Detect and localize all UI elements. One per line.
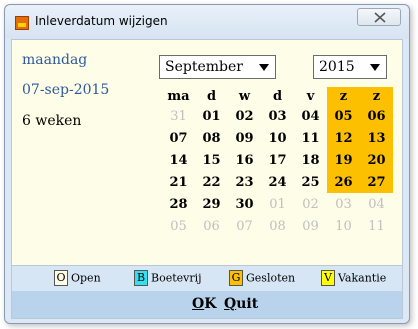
ok-label-rest: K [204,296,217,312]
calendar-week-row: 28 29 30 01 02 03 04 [162,193,393,215]
month-select-value: September [165,59,243,75]
calendar-day[interactable]: 11 [360,215,393,237]
weekday-header: w [238,88,251,104]
calendar-day[interactable]: 04 [360,193,393,215]
calendar-day[interactable]: 15 [195,149,228,171]
calendar-day[interactable]: 07 [162,127,195,149]
calendar-day[interactable]: 09 [294,215,327,237]
calendar-day[interactable]: 17 [261,149,294,171]
action-bar: OK Quit [12,291,402,318]
calendar-day[interactable]: 08 [195,127,228,149]
close-icon [374,12,386,23]
calendar-day[interactable]: 31 [162,105,195,127]
calendar-day[interactable]: 30 [228,193,261,215]
legend-key-box: O [54,270,68,286]
calendar-day[interactable]: 24 [261,171,294,193]
calendar-day[interactable]: 12 [327,127,360,149]
legend-key-box: G [229,270,243,286]
loan-duration: 6 weken [22,113,82,129]
weekday-header: z [327,87,360,105]
calendar-day[interactable]: 16 [228,149,261,171]
quit-label-rest: uit [236,296,259,312]
calendar-day[interactable]: 06 [360,105,393,127]
calendar-grid: ma d w d v z z 31 01 02 03 04 05 06 07 08 09 10 11 12 13 14 15… [162,87,393,237]
calendar-day[interactable]: 23 [228,171,261,193]
year-select-value: 2015 [319,59,355,75]
calendar-day[interactable]: 27 [360,171,393,193]
calendar-week-row: 14 15 16 17 18 19 20 [162,149,393,171]
legend-label: Vakantie [338,271,387,285]
legend-label: Boetevrij [151,271,202,285]
calendar-week-row: 31 01 02 03 04 05 06 [162,105,393,127]
legend-key-box: B [134,270,148,286]
calendar-day[interactable]: 05 [162,215,195,237]
calendar-day[interactable]: 19 [327,149,360,171]
calendar-day[interactable]: 28 [162,193,195,215]
calendar-day[interactable]: 18 [294,149,327,171]
legend-item-open: O Open [54,270,101,286]
calendar-day[interactable]: 02 [228,105,261,127]
quit-button[interactable]: Quit [224,296,258,312]
ok-accelerator: O [192,296,205,312]
weekday-header: v [306,88,315,104]
calendar-week-row: 05 06 07 08 09 10 11 [162,215,393,237]
calendar-header-row: ma d w d v z z [162,87,393,105]
calendar-week-row: 07 08 09 10 11 12 13 [162,127,393,149]
calendar-day[interactable]: 06 [195,215,228,237]
app-icon [15,16,29,30]
year-select[interactable]: 2015 [313,55,387,79]
calendar-day[interactable]: 10 [261,127,294,149]
calendar-day[interactable]: 01 [261,193,294,215]
calendar-day[interactable]: 03 [327,193,360,215]
weekday-header: ma [167,88,190,104]
weekday-header: d [206,88,217,104]
calendar-day[interactable]: 13 [360,127,393,149]
calendar-day[interactable]: 26 [327,171,360,193]
calendar-day[interactable]: 08 [261,215,294,237]
weekday-header: z [360,87,393,105]
calendar-day[interactable]: 01 [195,105,228,127]
legend-label: Gesloten [246,271,296,285]
chevron-down-icon [259,64,269,71]
dialog-body: maandag 07-sep-2015 6 weken September 20… [11,39,403,319]
calendar-day[interactable]: 04 [294,105,327,127]
calendar-day[interactable]: 20 [360,149,393,171]
legend-item-vakantie: V Vakantie [321,270,386,286]
calendar-day[interactable]: 02 [294,193,327,215]
calendar-day[interactable]: 05 [327,105,360,127]
selected-day-name: maandag [22,52,88,68]
calendar-week-row: 21 22 23 24 25 26 27 [162,171,393,193]
quit-accelerator: Q [224,296,237,312]
calendar-day[interactable]: 14 [162,149,195,171]
legend-item-boetevrij: B Boetevrij [134,270,202,286]
calendar-day[interactable]: 29 [195,193,228,215]
month-select[interactable]: September [159,55,276,79]
calendar-day[interactable]: 25 [294,171,327,193]
window-title: Inleverdatum wijzigen [35,14,168,28]
calendar-day[interactable]: 22 [195,171,228,193]
legend-item-gesloten: G Gesloten [229,270,295,286]
weekday-header: d [272,88,283,104]
selected-date: 07-sep-2015 [22,82,110,98]
calendar-day[interactable]: 11 [294,127,327,149]
legend-key-box: V [321,270,335,286]
calendar-day[interactable]: 03 [261,105,294,127]
ok-button[interactable]: OK [192,296,216,312]
calendar-day[interactable]: 09 [228,127,261,149]
calendar-day[interactable]: 07 [228,215,261,237]
chevron-down-icon [370,64,380,71]
dialog-window: Inleverdatum wijzigen maandag 07-sep-201… [4,4,410,324]
legend-bar: O Open B Boetevrij G Gesloten V Vakantie [12,265,402,291]
calendar-day[interactable]: 10 [327,215,360,237]
close-button[interactable] [357,8,401,26]
legend-label: Open [71,271,101,285]
calendar-day[interactable]: 21 [162,171,195,193]
title-bar[interactable]: Inleverdatum wijzigen [5,5,409,39]
